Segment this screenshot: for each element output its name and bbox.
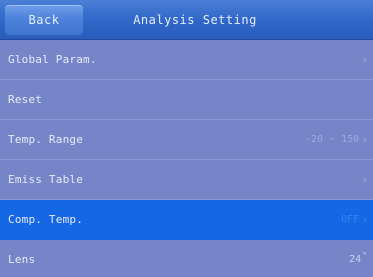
header-bar: Back Analysis Setting (0, 0, 373, 40)
menu-item-reset[interactable]: Reset (0, 80, 373, 120)
degree-symbol: ° (362, 250, 367, 260)
menu-item-label: Temp. Range (8, 133, 84, 146)
temp-range-value: -20 ~ 150 (305, 134, 360, 145)
back-button[interactable]: Back (5, 5, 83, 36)
menu-item-temp-range[interactable]: Temp. Range -20 ~ 150 › (0, 120, 373, 160)
chevron-right-icon: › (362, 173, 367, 187)
menu-item-label: Reset (8, 93, 43, 106)
analysis-setting-screen: Back Analysis Setting Global Param. › Re… (0, 0, 373, 277)
menu-item-right: › (362, 160, 367, 200)
menu-item-lens[interactable]: Lens 24° (0, 240, 373, 277)
page-title: Analysis Setting (133, 13, 257, 27)
chevron-right-icon: › (362, 213, 367, 227)
menu-item-right: -20 ~ 150 › (305, 120, 367, 160)
menu-item-right: › (362, 40, 367, 80)
menu-item-emiss-table[interactable]: Emiss Table › (0, 160, 373, 200)
menu-item-label: Lens (8, 253, 36, 266)
menu-item-label: Comp. Temp. (8, 213, 84, 226)
settings-menu: Global Param. › Reset Temp. Range -20 ~ … (0, 40, 373, 277)
lens-value: 24° (349, 240, 367, 277)
chevron-right-icon: › (362, 133, 367, 147)
menu-item-label: Global Param. (8, 53, 97, 66)
comp-temp-value: OFF (341, 214, 360, 225)
menu-item-right: OFF › (341, 200, 367, 240)
lens-value-number: 24 (349, 254, 362, 265)
menu-item-right: 24° (349, 240, 367, 277)
menu-item-global-param[interactable]: Global Param. › (0, 40, 373, 80)
chevron-right-icon: › (362, 53, 367, 67)
menu-item-comp-temp[interactable]: Comp. Temp. OFF › (0, 200, 373, 240)
menu-item-label: Emiss Table (8, 173, 84, 186)
